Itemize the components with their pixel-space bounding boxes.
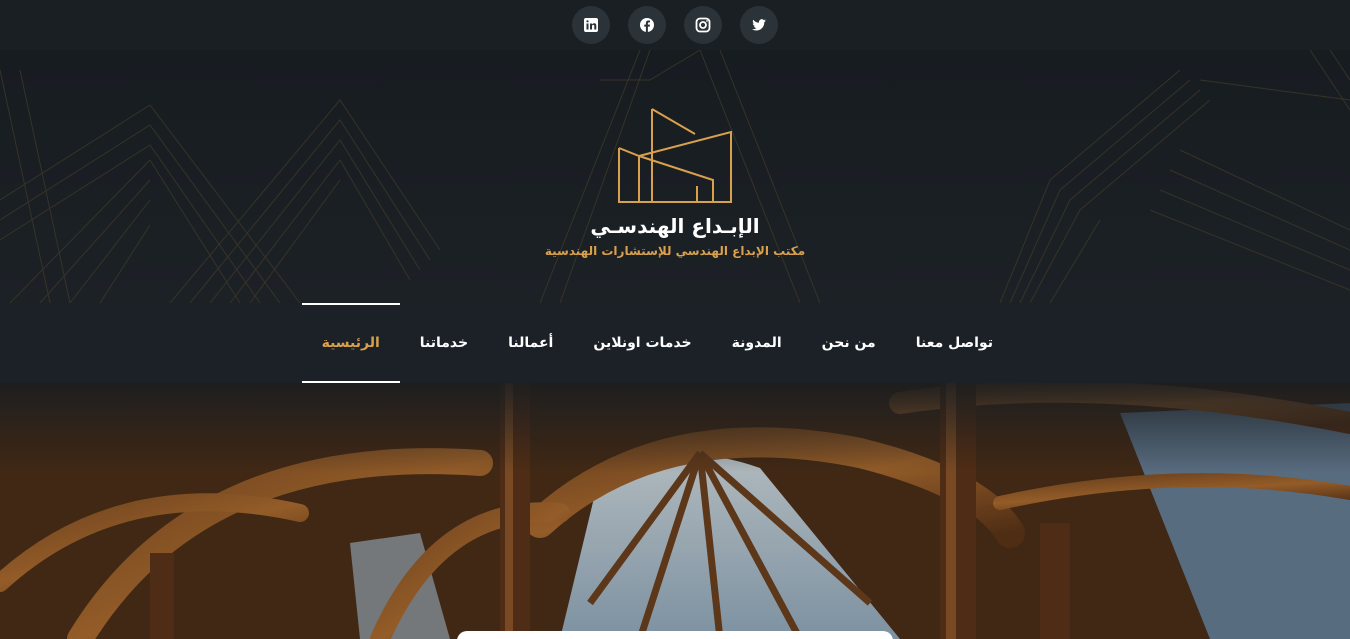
social-bar <box>0 0 1350 50</box>
twitter-button[interactable] <box>740 6 778 44</box>
nav-list: الرئيسية خدماتنا أعمالنا خدمات اونلاين ا… <box>301 303 1013 383</box>
hero-card <box>457 631 893 639</box>
hero-banner <box>0 383 1350 639</box>
instagram-button[interactable] <box>684 6 722 44</box>
nav-item-blog[interactable]: المدونة <box>712 303 802 383</box>
nav-item-contact[interactable]: تواصل معنا <box>896 303 1013 383</box>
nav-item-about[interactable]: من نحن <box>802 303 896 383</box>
site-header: الإبـداع الهندسـي مكتب الإبداع الهندسي ل… <box>0 50 1350 303</box>
social-links <box>572 6 778 44</box>
nav-item-online-services[interactable]: خدمات اونلاين <box>573 303 711 383</box>
building-outline-icon[interactable] <box>617 106 733 204</box>
site-title: الإبـداع الهندسـي <box>590 214 760 238</box>
nav-item-portfolio[interactable]: أعمالنا <box>488 303 573 383</box>
facebook-button[interactable] <box>628 6 666 44</box>
main-nav: الرئيسية خدماتنا أعمالنا خدمات اونلاين ا… <box>0 303 1350 383</box>
nav-item-home[interactable]: الرئيسية <box>301 303 400 383</box>
facebook-icon <box>640 18 654 32</box>
nav-item-services[interactable]: خدماتنا <box>400 303 488 383</box>
twitter-icon <box>752 19 766 31</box>
linkedin-icon <box>584 18 598 32</box>
hero-background-image <box>0 383 1350 639</box>
instagram-icon <box>695 17 711 33</box>
site-tagline: مكتب الإبداع الهندسي للإستشارات الهندسية <box>544 244 806 258</box>
linkedin-button[interactable] <box>572 6 610 44</box>
logo-area: الإبـداع الهندسـي مكتب الإبداع الهندسي ل… <box>0 50 1350 303</box>
